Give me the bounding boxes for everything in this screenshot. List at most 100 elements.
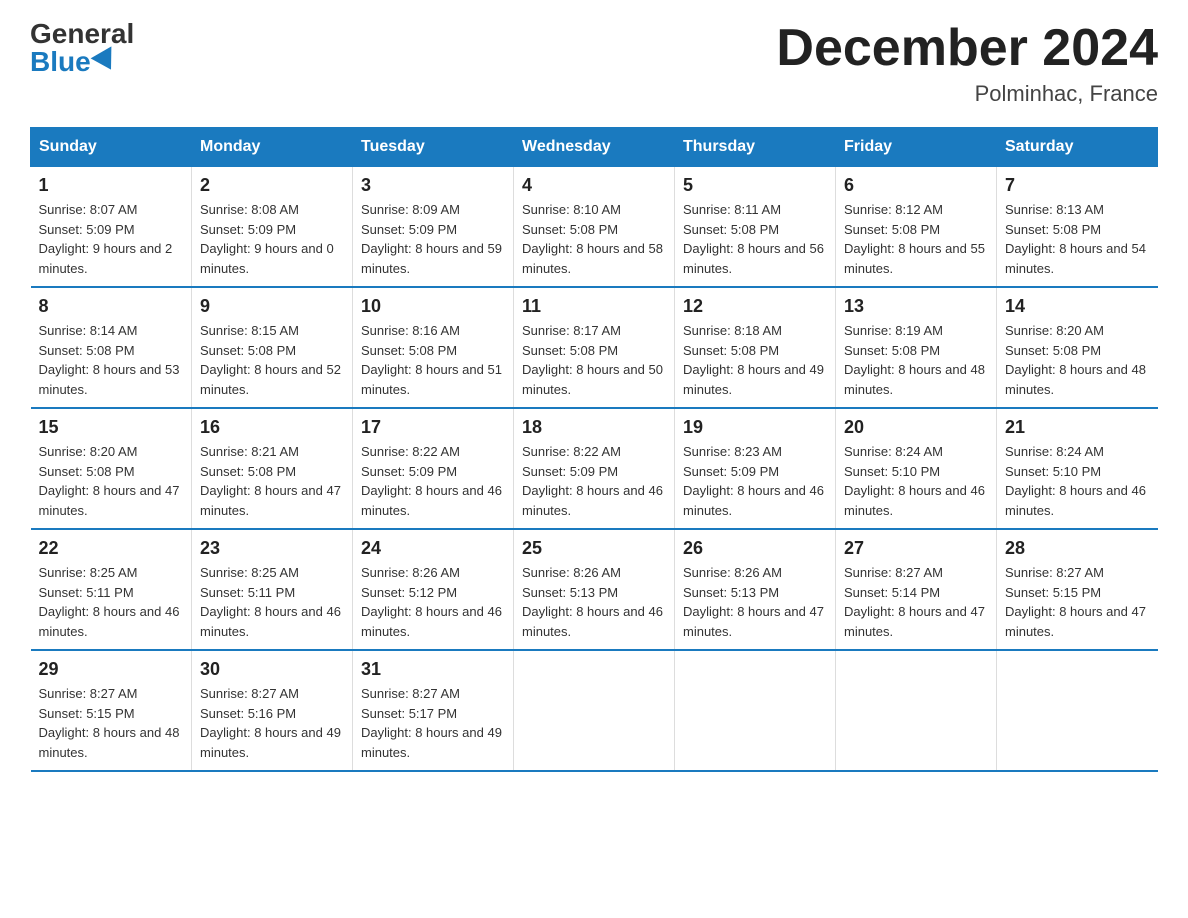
day-cell: 28 Sunrise: 8:27 AM Sunset: 5:15 PM Dayl… xyxy=(997,529,1158,650)
day-cell: 22 Sunrise: 8:25 AM Sunset: 5:11 PM Dayl… xyxy=(31,529,192,650)
logo-triangle-icon xyxy=(90,46,121,75)
day-number: 20 xyxy=(844,417,988,438)
col-thursday: Thursday xyxy=(675,128,836,167)
day-cell: 24 Sunrise: 8:26 AM Sunset: 5:12 PM Dayl… xyxy=(353,529,514,650)
day-cell: 17 Sunrise: 8:22 AM Sunset: 5:09 PM Dayl… xyxy=(353,408,514,529)
day-number: 11 xyxy=(522,296,666,317)
day-number: 21 xyxy=(1005,417,1150,438)
day-number: 12 xyxy=(683,296,827,317)
day-cell: 27 Sunrise: 8:27 AM Sunset: 5:14 PM Dayl… xyxy=(836,529,997,650)
day-cell: 3 Sunrise: 8:09 AM Sunset: 5:09 PM Dayli… xyxy=(353,167,514,288)
col-wednesday: Wednesday xyxy=(514,128,675,167)
day-cell: 26 Sunrise: 8:26 AM Sunset: 5:13 PM Dayl… xyxy=(675,529,836,650)
day-cell: 25 Sunrise: 8:26 AM Sunset: 5:13 PM Dayl… xyxy=(514,529,675,650)
week-row-3: 15 Sunrise: 8:20 AM Sunset: 5:08 PM Dayl… xyxy=(31,408,1158,529)
day-cell: 12 Sunrise: 8:18 AM Sunset: 5:08 PM Dayl… xyxy=(675,287,836,408)
day-number: 7 xyxy=(1005,175,1150,196)
day-number: 26 xyxy=(683,538,827,559)
day-number: 30 xyxy=(200,659,344,680)
calendar-body: 1 Sunrise: 8:07 AM Sunset: 5:09 PM Dayli… xyxy=(31,167,1158,772)
day-cell: 9 Sunrise: 8:15 AM Sunset: 5:08 PM Dayli… xyxy=(192,287,353,408)
week-row-1: 1 Sunrise: 8:07 AM Sunset: 5:09 PM Dayli… xyxy=(31,167,1158,288)
day-number: 8 xyxy=(39,296,184,317)
day-cell: 20 Sunrise: 8:24 AM Sunset: 5:10 PM Dayl… xyxy=(836,408,997,529)
col-monday: Monday xyxy=(192,128,353,167)
day-info: Sunrise: 8:27 AM Sunset: 5:15 PM Dayligh… xyxy=(39,684,184,762)
day-cell xyxy=(836,650,997,771)
day-info: Sunrise: 8:25 AM Sunset: 5:11 PM Dayligh… xyxy=(39,563,184,641)
day-info: Sunrise: 8:27 AM Sunset: 5:14 PM Dayligh… xyxy=(844,563,988,641)
day-info: Sunrise: 8:08 AM Sunset: 5:09 PM Dayligh… xyxy=(200,200,344,278)
day-cell: 23 Sunrise: 8:25 AM Sunset: 5:11 PM Dayl… xyxy=(192,529,353,650)
day-info: Sunrise: 8:19 AM Sunset: 5:08 PM Dayligh… xyxy=(844,321,988,399)
day-info: Sunrise: 8:26 AM Sunset: 5:13 PM Dayligh… xyxy=(683,563,827,641)
logo-general-text: General xyxy=(30,20,134,48)
day-info: Sunrise: 8:11 AM Sunset: 5:08 PM Dayligh… xyxy=(683,200,827,278)
day-cell: 15 Sunrise: 8:20 AM Sunset: 5:08 PM Dayl… xyxy=(31,408,192,529)
col-sunday: Sunday xyxy=(31,128,192,167)
day-number: 18 xyxy=(522,417,666,438)
location-subtitle: Polminhac, France xyxy=(776,81,1158,107)
day-cell: 13 Sunrise: 8:19 AM Sunset: 5:08 PM Dayl… xyxy=(836,287,997,408)
page-header: General Blue December 2024 Polminhac, Fr… xyxy=(30,20,1158,107)
day-info: Sunrise: 8:07 AM Sunset: 5:09 PM Dayligh… xyxy=(39,200,184,278)
day-info: Sunrise: 8:22 AM Sunset: 5:09 PM Dayligh… xyxy=(361,442,505,520)
day-info: Sunrise: 8:25 AM Sunset: 5:11 PM Dayligh… xyxy=(200,563,344,641)
day-cell: 1 Sunrise: 8:07 AM Sunset: 5:09 PM Dayli… xyxy=(31,167,192,288)
day-info: Sunrise: 8:23 AM Sunset: 5:09 PM Dayligh… xyxy=(683,442,827,520)
day-cell: 21 Sunrise: 8:24 AM Sunset: 5:10 PM Dayl… xyxy=(997,408,1158,529)
day-info: Sunrise: 8:27 AM Sunset: 5:16 PM Dayligh… xyxy=(200,684,344,762)
day-cell: 11 Sunrise: 8:17 AM Sunset: 5:08 PM Dayl… xyxy=(514,287,675,408)
day-number: 22 xyxy=(39,538,184,559)
day-number: 6 xyxy=(844,175,988,196)
day-cell: 5 Sunrise: 8:11 AM Sunset: 5:08 PM Dayli… xyxy=(675,167,836,288)
day-number: 1 xyxy=(39,175,184,196)
day-number: 13 xyxy=(844,296,988,317)
col-saturday: Saturday xyxy=(997,128,1158,167)
day-number: 19 xyxy=(683,417,827,438)
calendar-header: Sunday Monday Tuesday Wednesday Thursday… xyxy=(31,128,1158,167)
day-info: Sunrise: 8:16 AM Sunset: 5:08 PM Dayligh… xyxy=(361,321,505,399)
day-info: Sunrise: 8:10 AM Sunset: 5:08 PM Dayligh… xyxy=(522,200,666,278)
week-row-5: 29 Sunrise: 8:27 AM Sunset: 5:15 PM Dayl… xyxy=(31,650,1158,771)
day-cell: 4 Sunrise: 8:10 AM Sunset: 5:08 PM Dayli… xyxy=(514,167,675,288)
day-number: 9 xyxy=(200,296,344,317)
day-cell xyxy=(675,650,836,771)
day-info: Sunrise: 8:18 AM Sunset: 5:08 PM Dayligh… xyxy=(683,321,827,399)
month-title: December 2024 xyxy=(776,20,1158,77)
day-cell: 29 Sunrise: 8:27 AM Sunset: 5:15 PM Dayl… xyxy=(31,650,192,771)
day-info: Sunrise: 8:12 AM Sunset: 5:08 PM Dayligh… xyxy=(844,200,988,278)
day-info: Sunrise: 8:24 AM Sunset: 5:10 PM Dayligh… xyxy=(1005,442,1150,520)
day-cell: 6 Sunrise: 8:12 AM Sunset: 5:08 PM Dayli… xyxy=(836,167,997,288)
day-cell: 14 Sunrise: 8:20 AM Sunset: 5:08 PM Dayl… xyxy=(997,287,1158,408)
day-info: Sunrise: 8:09 AM Sunset: 5:09 PM Dayligh… xyxy=(361,200,505,278)
day-info: Sunrise: 8:22 AM Sunset: 5:09 PM Dayligh… xyxy=(522,442,666,520)
day-cell: 16 Sunrise: 8:21 AM Sunset: 5:08 PM Dayl… xyxy=(192,408,353,529)
day-number: 16 xyxy=(200,417,344,438)
day-cell xyxy=(514,650,675,771)
day-info: Sunrise: 8:20 AM Sunset: 5:08 PM Dayligh… xyxy=(39,442,184,520)
day-number: 17 xyxy=(361,417,505,438)
day-number: 3 xyxy=(361,175,505,196)
day-number: 5 xyxy=(683,175,827,196)
logo-blue-text: Blue xyxy=(30,48,118,76)
day-info: Sunrise: 8:27 AM Sunset: 5:17 PM Dayligh… xyxy=(361,684,505,762)
day-info: Sunrise: 8:17 AM Sunset: 5:08 PM Dayligh… xyxy=(522,321,666,399)
day-info: Sunrise: 8:13 AM Sunset: 5:08 PM Dayligh… xyxy=(1005,200,1150,278)
day-cell: 2 Sunrise: 8:08 AM Sunset: 5:09 PM Dayli… xyxy=(192,167,353,288)
day-number: 10 xyxy=(361,296,505,317)
day-cell xyxy=(997,650,1158,771)
day-cell: 18 Sunrise: 8:22 AM Sunset: 5:09 PM Dayl… xyxy=(514,408,675,529)
day-info: Sunrise: 8:26 AM Sunset: 5:13 PM Dayligh… xyxy=(522,563,666,641)
day-info: Sunrise: 8:14 AM Sunset: 5:08 PM Dayligh… xyxy=(39,321,184,399)
day-number: 25 xyxy=(522,538,666,559)
day-cell: 10 Sunrise: 8:16 AM Sunset: 5:08 PM Dayl… xyxy=(353,287,514,408)
day-number: 2 xyxy=(200,175,344,196)
day-number: 29 xyxy=(39,659,184,680)
day-info: Sunrise: 8:26 AM Sunset: 5:12 PM Dayligh… xyxy=(361,563,505,641)
week-row-2: 8 Sunrise: 8:14 AM Sunset: 5:08 PM Dayli… xyxy=(31,287,1158,408)
day-cell: 7 Sunrise: 8:13 AM Sunset: 5:08 PM Dayli… xyxy=(997,167,1158,288)
day-cell: 8 Sunrise: 8:14 AM Sunset: 5:08 PM Dayli… xyxy=(31,287,192,408)
day-number: 31 xyxy=(361,659,505,680)
day-info: Sunrise: 8:15 AM Sunset: 5:08 PM Dayligh… xyxy=(200,321,344,399)
